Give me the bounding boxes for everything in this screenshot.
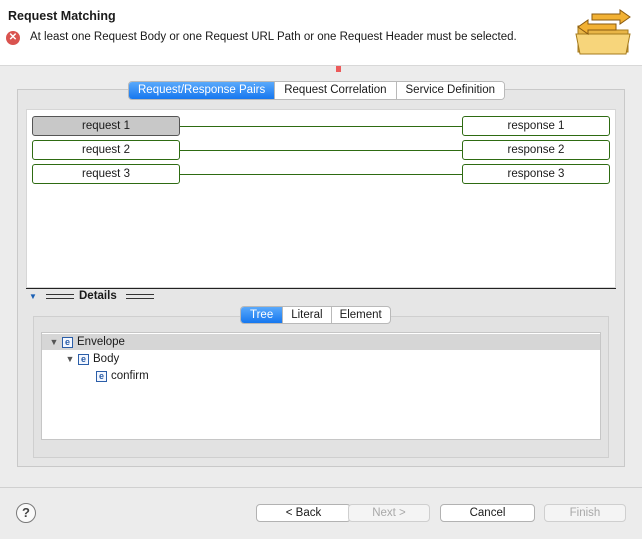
tree-row-envelope[interactable]: ▼ e Envelope xyxy=(42,334,600,350)
back-button[interactable]: < Back xyxy=(256,504,351,522)
pair-connector xyxy=(180,150,462,151)
tab-element[interactable]: Element xyxy=(332,307,390,323)
details-separator xyxy=(26,288,616,289)
tab-tree[interactable]: Tree xyxy=(241,307,284,323)
next-button[interactable]: Next > xyxy=(348,504,430,522)
details-label: Details xyxy=(79,290,117,302)
details-grip-right xyxy=(126,294,154,299)
response-box[interactable]: response 1 xyxy=(462,116,610,136)
details-tabbar: Tree Literal Element xyxy=(240,306,391,324)
request-box[interactable]: request 1 xyxy=(32,116,180,136)
tree-label: confirm xyxy=(111,370,149,382)
error-icon: ✕ xyxy=(6,31,20,45)
error-message: At least one Request Body or one Request… xyxy=(30,31,517,43)
error-marker xyxy=(336,66,341,72)
tab-request-response-pairs[interactable]: Request/Response Pairs xyxy=(129,82,276,99)
help-icon[interactable]: ? xyxy=(16,503,36,523)
folder-exchange-icon xyxy=(575,9,631,55)
response-box[interactable]: response 2 xyxy=(462,140,610,160)
footer-separator xyxy=(0,487,642,488)
tree-row-body[interactable]: ▼ e Body xyxy=(64,351,120,367)
tab-request-correlation[interactable]: Request Correlation xyxy=(275,82,397,99)
tree-label: Envelope xyxy=(77,336,125,348)
collapse-triangle-icon[interactable]: ▼ xyxy=(29,292,37,301)
wizard-title: Request Matching xyxy=(8,9,116,23)
details-grip-left xyxy=(46,294,74,299)
response-box[interactable]: response 3 xyxy=(462,164,610,184)
pairs-area: request 1 response 1 request 2 response … xyxy=(26,109,616,288)
cancel-button[interactable]: Cancel xyxy=(440,504,535,522)
element-icon: e xyxy=(96,370,107,382)
wizard-header: Request Matching ✕ At least one Request … xyxy=(0,0,642,66)
request-box[interactable]: request 3 xyxy=(32,164,180,184)
finish-button[interactable]: Finish xyxy=(544,504,626,522)
tree-label: Body xyxy=(93,353,120,365)
expand-triangle-icon[interactable]: ▼ xyxy=(48,334,60,350)
tree-row-confirm[interactable]: e confirm xyxy=(94,368,149,384)
pair-connector xyxy=(180,126,462,127)
expand-triangle-icon[interactable]: ▼ xyxy=(64,351,76,367)
pair-connector xyxy=(180,174,462,175)
request-box[interactable]: request 2 xyxy=(32,140,180,160)
main-tabbar: Request/Response Pairs Request Correlati… xyxy=(128,81,505,100)
tab-literal[interactable]: Literal xyxy=(283,307,332,323)
element-icon: e xyxy=(78,353,89,365)
element-icon: e xyxy=(62,336,73,348)
tab-service-definition[interactable]: Service Definition xyxy=(396,82,504,99)
details-tree: ▼ e Envelope ▼ e Body e confirm xyxy=(41,332,601,440)
